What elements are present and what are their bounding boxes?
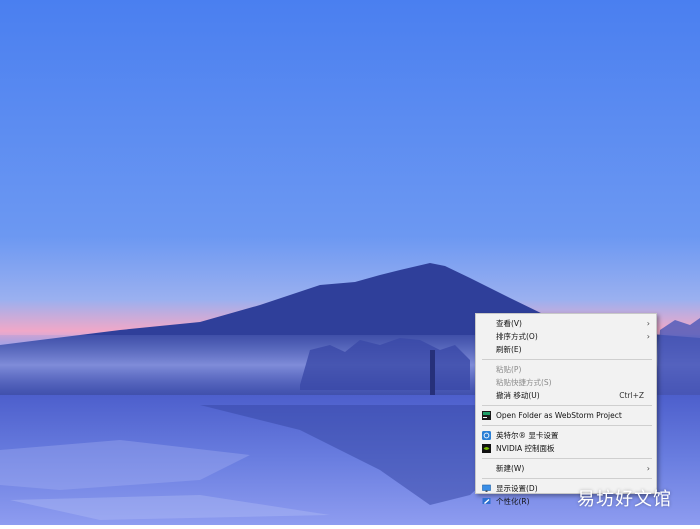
menu-item-label: 刷新(E) <box>496 345 522 354</box>
menu-item-refresh[interactable]: 刷新(E) <box>476 343 656 356</box>
menu-item-new[interactable]: 新建(W) › <box>476 462 656 475</box>
menu-item-label: 显示设置(D) <box>496 484 538 493</box>
menu-item-label: 英特尔® 显卡设置 <box>496 431 559 440</box>
menu-item-label: 新建(W) <box>496 464 525 473</box>
menu-item-view[interactable]: 查看(V) › <box>476 317 656 330</box>
menu-item-label: 个性化(R) <box>496 497 530 506</box>
menu-item-intel-graphics[interactable]: 英特尔® 显卡设置 <box>476 429 656 442</box>
menu-separator <box>482 359 652 360</box>
intel-graphics-icon <box>482 431 491 440</box>
submenu-arrow-icon: › <box>646 319 650 328</box>
menu-item-label: 撤消 移动(U) <box>496 391 540 400</box>
watermark-text: 易坊好文馆 <box>577 489 672 510</box>
menu-item-label: NVIDIA 控制面板 <box>496 444 555 453</box>
menu-separator <box>482 425 652 426</box>
desktop-context-menu: 查看(V) › 排序方式(O) › 刷新(E) 粘贴(P) 粘贴快捷方式(S) … <box>475 313 657 506</box>
display-settings-icon <box>482 484 491 493</box>
menu-item-paste-shortcut[interactable]: 粘贴快捷方式(S) <box>476 376 656 389</box>
menu-separator <box>482 405 652 406</box>
personalize-icon <box>482 497 491 506</box>
menu-separator <box>482 458 652 459</box>
menu-item-label: Open Folder as WebStorm Project <box>496 411 622 420</box>
menu-item-label: 粘贴(P) <box>496 365 522 374</box>
webstorm-icon <box>482 411 491 420</box>
menu-item-webstorm[interactable]: Open Folder as WebStorm Project <box>476 409 656 422</box>
menu-item-nvidia[interactable]: NVIDIA 控制面板 <box>476 442 656 455</box>
menu-item-sort-by[interactable]: 排序方式(O) › <box>476 330 656 343</box>
submenu-arrow-icon: › <box>646 332 650 341</box>
menu-separator <box>482 478 652 479</box>
menu-item-label: 查看(V) <box>496 319 522 328</box>
nvidia-icon <box>482 444 491 453</box>
menu-item-label: 排序方式(O) <box>496 332 538 341</box>
menu-item-shortcut: Ctrl+Z <box>619 391 644 400</box>
menu-item-label: 粘贴快捷方式(S) <box>496 378 552 387</box>
submenu-arrow-icon: › <box>646 464 650 473</box>
menu-item-undo-move[interactable]: 撤消 移动(U) Ctrl+Z <box>476 389 656 402</box>
menu-item-paste[interactable]: 粘贴(P) <box>476 363 656 376</box>
